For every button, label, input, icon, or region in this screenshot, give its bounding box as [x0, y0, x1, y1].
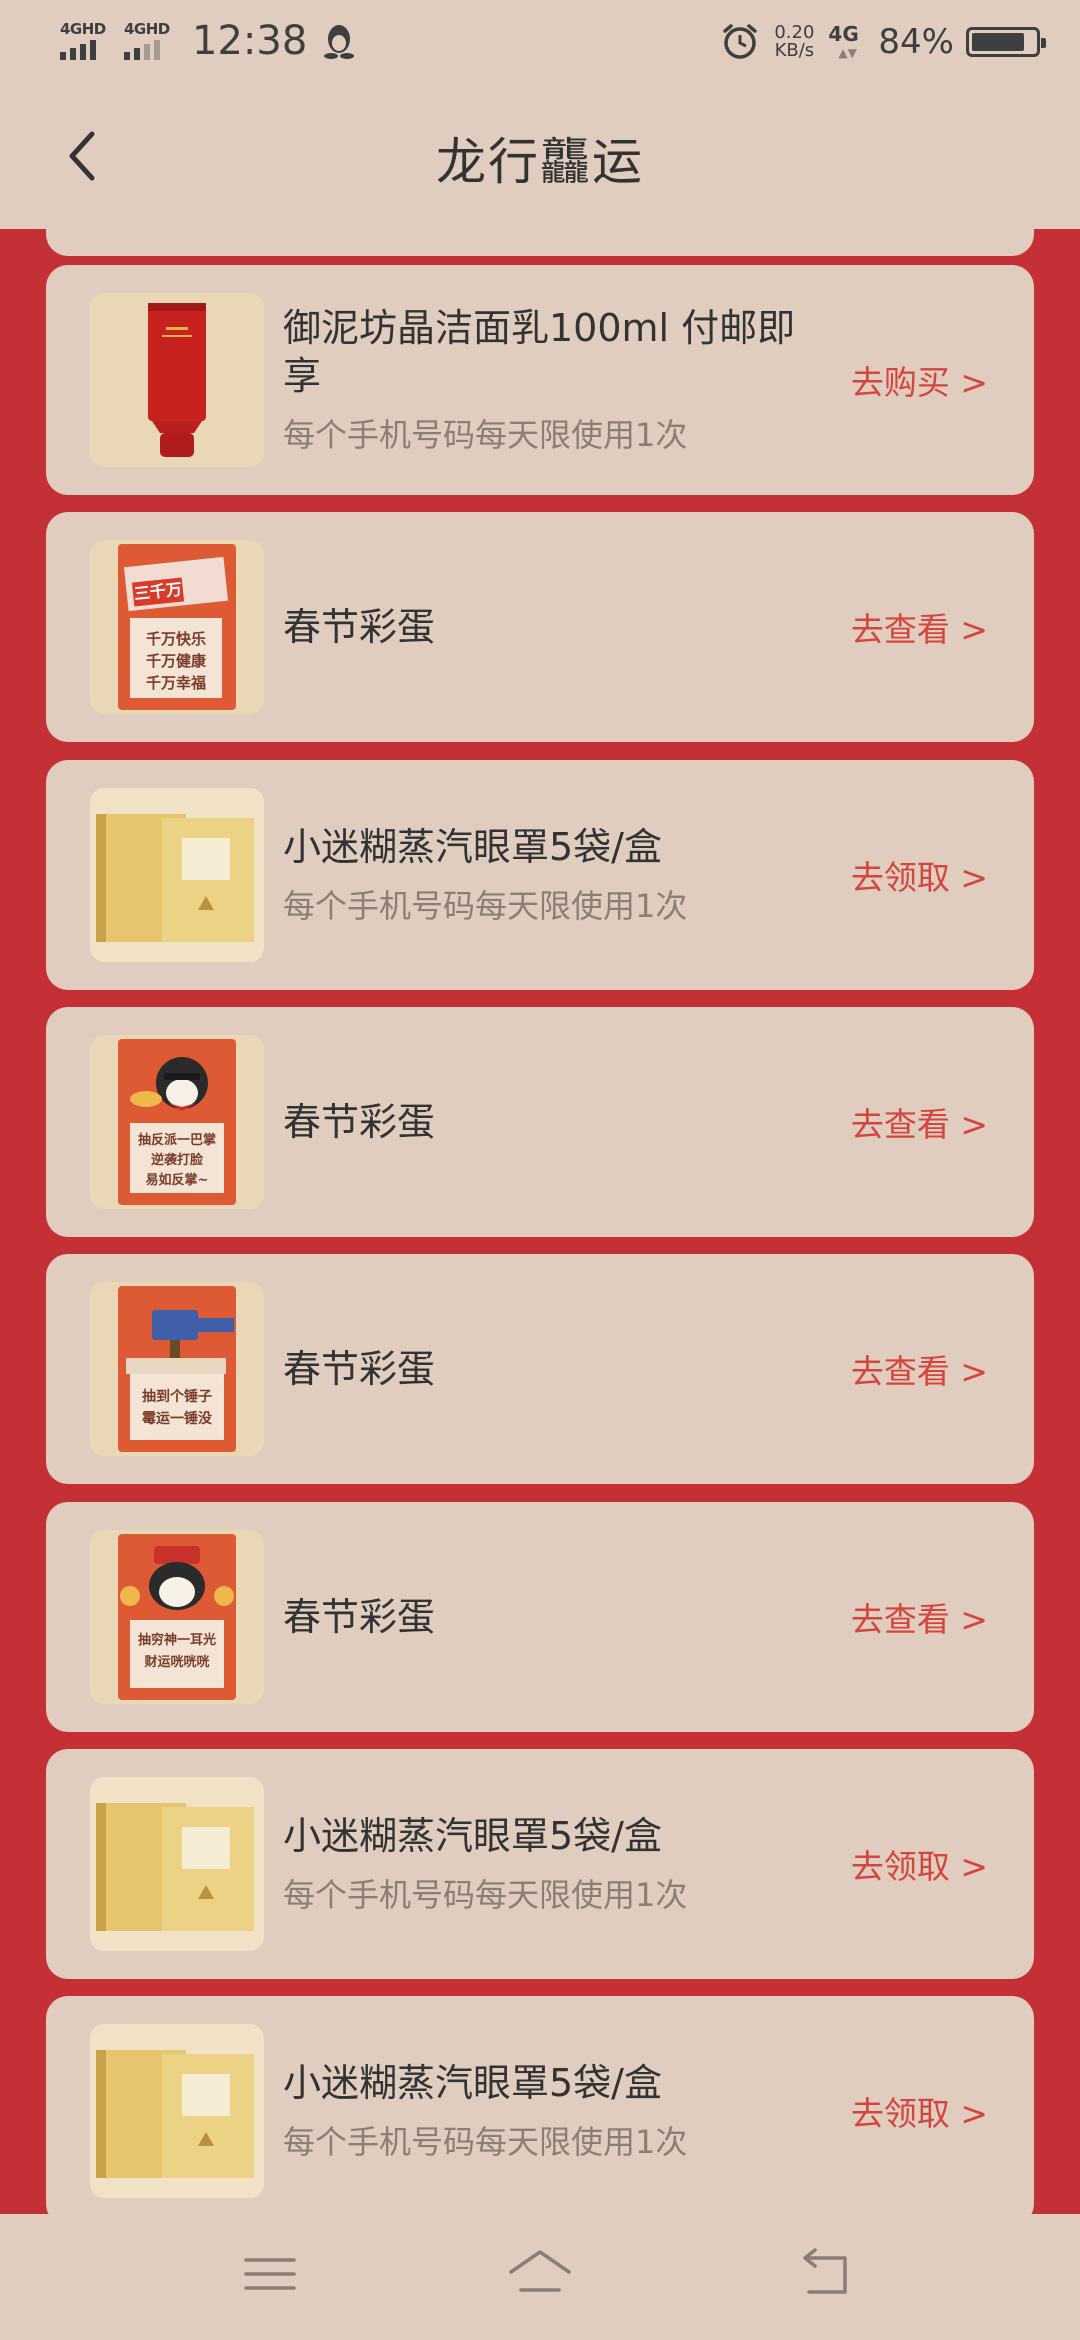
product-image	[90, 293, 264, 467]
list-item[interactable]: 小迷糊蒸汽眼罩5袋/盒 每个手机号码每天限使用1次 去领取 >	[46, 1996, 1034, 2214]
list-item[interactable]: 小迷糊蒸汽眼罩5袋/盒 每个手机号码每天限使用1次 去领取 >	[46, 1749, 1034, 1979]
view-button[interactable]: 去查看 >	[851, 512, 988, 742]
signal-label-2: 4GHD	[124, 20, 170, 38]
item-title: 御泥坊晶洁面乳100ml 付邮即享	[283, 306, 796, 398]
product-image	[90, 2024, 264, 2198]
list-item-partial[interactable]	[46, 229, 1034, 256]
alarm-icon	[723, 24, 758, 59]
product-image	[90, 1777, 264, 1951]
claim-button[interactable]: 去领取 >	[851, 1996, 988, 2214]
offer-list: 御泥坊晶洁面乳100ml 付邮即享 每个手机号码每天限使用1次 去购买 > 三千…	[0, 229, 1080, 2214]
status-bar: 4GHD 4GHD 12:38 0.20 KB/s 4G ▲▼ 84%	[0, 0, 1080, 84]
back-nav-icon[interactable]	[795, 2244, 855, 2304]
easter-egg-image: 抽穷神一耳光 财运咣咣咣	[90, 1530, 264, 1704]
item-title: 小迷糊蒸汽眼罩5袋/盒	[283, 2061, 662, 2105]
thumb-caption: 抽穷神一耳光	[137, 1633, 216, 1648]
claim-button[interactable]: 去领取 >	[851, 1749, 988, 1979]
home-icon[interactable]	[505, 2244, 575, 2304]
item-title: 小迷糊蒸汽眼罩5袋/盒	[283, 825, 662, 869]
network-type-label: 4G	[828, 22, 859, 46]
list-item[interactable]: 御泥坊晶洁面乳100ml 付邮即享 每个手机号码每天限使用1次 去购买 >	[46, 265, 1034, 495]
list-item[interactable]: 三千万 千万快乐 千万健康 千万幸福 春节彩蛋 去查看 >	[46, 512, 1034, 742]
product-image	[90, 788, 264, 962]
signal-icon-2: 4GHD	[124, 20, 174, 62]
easter-egg-image: 抽反派一巴掌 逆袭打脸 易如反掌~	[90, 1035, 264, 1209]
network-type-icon: 4G ▲▼	[828, 22, 859, 60]
item-subtitle: 每个手机号码每天限使用1次	[283, 2123, 688, 2161]
easter-egg-image: 三千万 千万快乐 千万健康 千万幸福	[90, 540, 264, 714]
network-speed: 0.20 KB/s	[774, 24, 814, 60]
network-speed-unit: KB/s	[774, 40, 815, 61]
claim-button[interactable]: 去领取 >	[851, 760, 988, 990]
page-title: 龙行龘运	[436, 133, 644, 191]
buy-button[interactable]: 去购买 >	[851, 265, 988, 495]
battery-percent: 84%	[878, 22, 954, 62]
item-title: 春节彩蛋	[283, 1595, 436, 1639]
list-item[interactable]: 抽到个锤子 霉运一锤没 春节彩蛋 去查看 >	[46, 1254, 1034, 1484]
signal-label: 4GHD	[60, 20, 106, 38]
view-button[interactable]: 去查看 >	[851, 1007, 988, 1237]
battery-icon	[966, 27, 1046, 57]
thumb-caption: 抽反派一巴掌	[137, 1133, 216, 1148]
thumb-caption: 逆袭打脸	[150, 1153, 203, 1168]
item-title: 小迷糊蒸汽眼罩5袋/盒	[283, 1814, 662, 1858]
thumb-caption: 千万健康	[145, 652, 206, 670]
menu-icon[interactable]	[240, 2244, 300, 2304]
thumb-caption: 霉运一锤没	[142, 1411, 212, 1427]
item-title: 春节彩蛋	[283, 1100, 436, 1144]
qq-penguin-icon	[324, 25, 355, 59]
easter-egg-image: 抽到个锤子 霉运一锤没	[90, 1282, 264, 1456]
thumb-caption: 财运咣咣咣	[144, 1655, 210, 1670]
item-title: 春节彩蛋	[283, 605, 436, 649]
app-header: 龙行龘运	[0, 84, 1080, 229]
list-item[interactable]: 小迷糊蒸汽眼罩5袋/盒 每个手机号码每天限使用1次 去领取 >	[46, 760, 1034, 990]
list-item[interactable]: 抽穷神一耳光 财运咣咣咣 春节彩蛋 去查看 >	[46, 1502, 1034, 1732]
system-nav-bar	[0, 2214, 1080, 2340]
signal-icon: 4GHD	[60, 20, 110, 62]
view-button[interactable]: 去查看 >	[851, 1502, 988, 1732]
thumb-caption: 千万快乐	[145, 630, 206, 648]
thumb-caption: 千万幸福	[145, 674, 206, 692]
item-subtitle: 每个手机号码每天限使用1次	[283, 416, 688, 454]
item-title: 春节彩蛋	[283, 1347, 436, 1391]
thumb-caption: 抽到个锤子	[142, 1389, 212, 1405]
screen: 4GHD 4GHD 12:38 0.20 KB/s 4G ▲▼ 84% 龙行龘运…	[0, 0, 1080, 2340]
item-subtitle: 每个手机号码每天限使用1次	[283, 887, 688, 925]
list-item[interactable]: 抽反派一巴掌 逆袭打脸 易如反掌~ 春节彩蛋 去查看 >	[46, 1007, 1034, 1237]
thumb-caption: 易如反掌~	[145, 1173, 209, 1188]
clock: 12:38	[192, 18, 308, 64]
item-subtitle: 每个手机号码每天限使用1次	[283, 1876, 688, 1914]
view-button[interactable]: 去查看 >	[851, 1254, 988, 1484]
